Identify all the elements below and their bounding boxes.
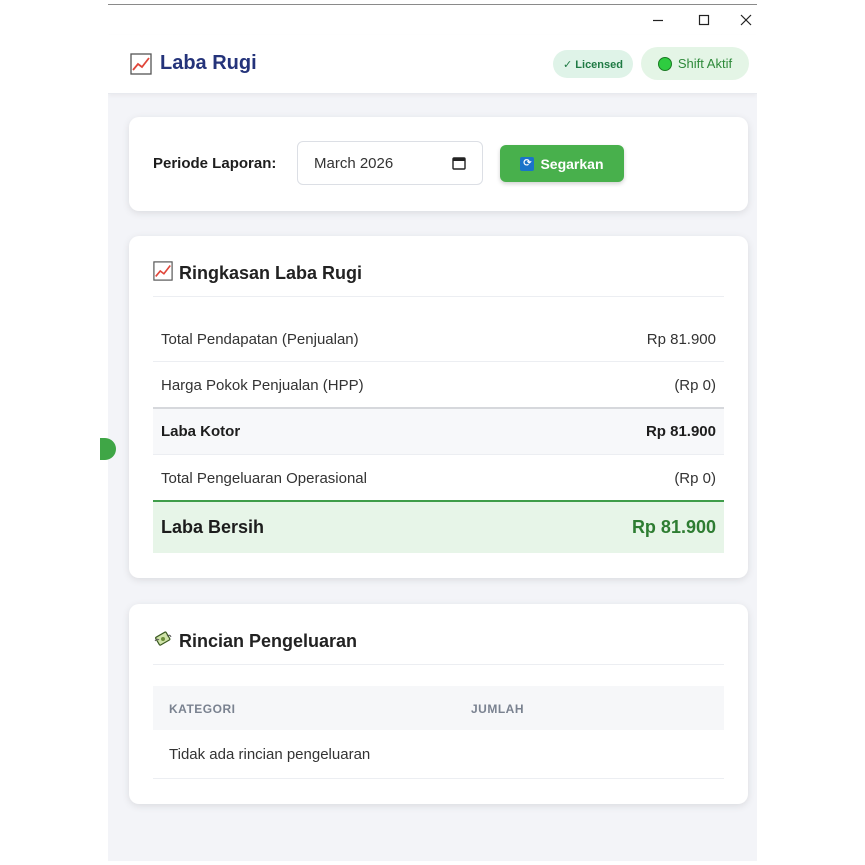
column-header-category[interactable]: KATEGORI	[169, 702, 235, 716]
summary-title: Ringkasan Laba Rugi	[179, 262, 363, 283]
status-dot-icon	[657, 56, 672, 71]
summary-row-net-profit: Laba Bersih Rp 81.900	[153, 500, 724, 553]
summary-row-cogs: Harga Pokok Penjualan (HPP) (Rp 0)	[153, 363, 724, 407]
row-label: Harga Pokok Penjualan (HPP)	[161, 376, 364, 394]
chart-up-icon	[130, 53, 152, 75]
column-header-amount[interactable]: JUMLAH	[471, 702, 524, 716]
summary-row-operating-expense: Total Pengeluaran Operasional (Rp 0)	[153, 456, 724, 500]
row-value: Rp 81.900	[631, 517, 716, 537]
minimize-icon[interactable]	[640, 7, 676, 33]
app-window: Laba Rugi ✓ Licensed Shift Aktif Periode…	[108, 4, 757, 861]
maximize-icon[interactable]	[686, 7, 722, 33]
row-label: Laba Kotor	[161, 423, 241, 440]
profit-loss-summary-card: Ringkasan Laba Rugi Total Pendapatan (Pe…	[129, 236, 748, 578]
divider	[153, 296, 724, 297]
refresh-button-label: Segarkan	[540, 155, 604, 172]
row-label: Total Pendapatan (Penjualan)	[161, 331, 359, 348]
summary-heading: Ringkasan Laba Rugi	[153, 260, 362, 286]
period-filter-card: Periode Laporan: March 2026 ⟳ Segarkan	[129, 117, 748, 211]
expenses-title: Rincian Pengeluaran	[179, 630, 358, 651]
expense-details-card: Rincian Pengeluaran KATEGORI JUMLAH Tida…	[129, 604, 748, 804]
row-value: (Rp 0)	[674, 469, 716, 487]
period-value: March 2026	[314, 154, 394, 172]
refresh-button[interactable]: ⟳ Segarkan	[500, 145, 624, 182]
row-label: Laba Bersih	[161, 517, 265, 537]
expenses-table-header: KATEGORI JUMLAH	[153, 686, 724, 730]
money-wings-icon	[153, 629, 173, 654]
summary-row-gross-profit: Laba Kotor Rp 81.900	[153, 407, 724, 455]
shift-status-label: Shift Aktif	[677, 56, 733, 71]
expenses-heading: Rincian Pengeluaran	[153, 628, 357, 654]
empty-state-row: Tidak ada rincian pengeluaran	[153, 731, 724, 779]
period-month-input[interactable]: March 2026	[297, 141, 483, 185]
row-value: (Rp 0)	[674, 376, 716, 394]
divider	[153, 664, 724, 665]
refresh-icon: ⟳	[520, 156, 535, 171]
shift-status-badge[interactable]: Shift Aktif	[641, 47, 749, 80]
period-label: Periode Laporan:	[153, 155, 277, 172]
chart-up-icon	[153, 260, 173, 286]
calendar-icon[interactable]	[452, 156, 466, 170]
app-header: Laba Rugi ✓ Licensed Shift Aktif	[108, 35, 757, 94]
licensed-badge: ✓ Licensed	[553, 50, 633, 78]
row-value: Rp 81.900	[646, 331, 716, 348]
row-value: Rp 81.900	[645, 423, 716, 440]
close-icon[interactable]	[732, 7, 757, 33]
row-label: Total Pengeluaran Operasional	[161, 469, 367, 487]
page-title: Laba Rugi	[160, 52, 257, 74]
window-titlebar	[108, 5, 757, 35]
summary-row-revenue: Total Pendapatan (Penjualan) Rp 81.900	[153, 318, 724, 362]
